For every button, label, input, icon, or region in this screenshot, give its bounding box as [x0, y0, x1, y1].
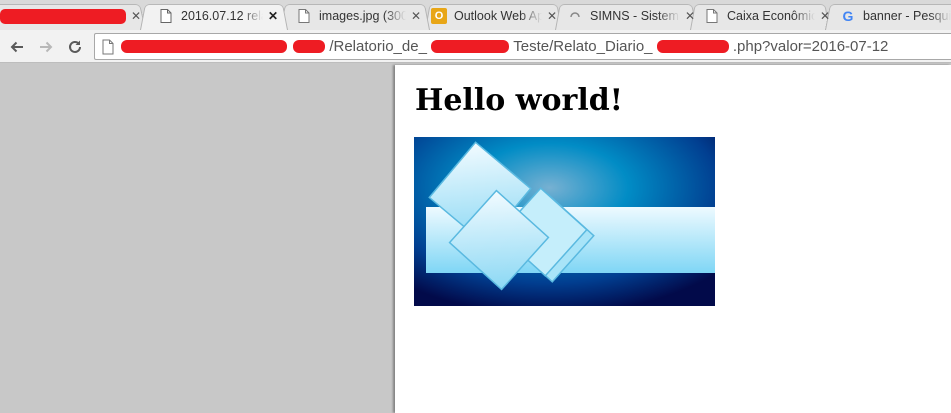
tab-2-active[interactable]: 2016.07.12 relatorio ✕ — [158, 2, 279, 30]
close-icon[interactable]: ✕ — [410, 10, 422, 22]
tab-title: 2016.07.12 relatorio — [181, 9, 263, 23]
redaction-mark — [656, 40, 729, 53]
tab-title: images.jpg (300×168) — [319, 9, 406, 23]
page-icon — [704, 8, 720, 24]
page-icon — [296, 8, 312, 24]
tab-title: banner - Pesquisa — [863, 9, 951, 23]
tab-4[interactable]: O Outlook Web App ✕ — [431, 2, 558, 30]
outlook-icon: O — [431, 8, 447, 24]
page-icon — [101, 39, 115, 60]
redaction-mark — [121, 40, 287, 53]
back-button[interactable] — [5, 35, 29, 59]
url-segment: .php?valor=2016-07-12 — [732, 38, 889, 55]
redaction-mark — [431, 40, 510, 53]
url-segment: Teste/Relato_Diario_ — [513, 38, 653, 55]
back-arrow-icon — [10, 41, 23, 53]
url-segment: /Relatorio_de_ — [329, 38, 427, 55]
close-icon[interactable]: ✕ — [130, 10, 142, 22]
page-heading: Hello world! — [415, 83, 623, 118]
reload-icon — [69, 40, 81, 53]
banner-image — [414, 137, 715, 306]
tab-title: SIMNS - Sistema — [590, 9, 680, 23]
address-bar[interactable]: /Relatorio_de_ Teste/Relato_Diario_ .php… — [94, 33, 951, 60]
forward-button[interactable] — [34, 35, 58, 59]
close-icon[interactable]: ✕ — [267, 10, 279, 22]
google-icon: G — [842, 8, 854, 24]
tab-7[interactable]: G banner - Pesquisa — [840, 2, 951, 30]
tab-5[interactable]: SIMNS - Sistema ✕ — [567, 2, 696, 30]
page-sheet: Hello world! — [395, 65, 951, 413]
tab-title: Caixa Econômica — [727, 9, 815, 23]
tab-strip: ✕ 2016.07.12 relatorio ✕ images.jpg (300… — [0, 0, 951, 30]
tab-title: Outlook Web App — [454, 9, 542, 23]
url-text: /Relatorio_de_ Teste/Relato_Diario_ .php… — [121, 34, 888, 59]
close-icon[interactable]: ✕ — [546, 10, 558, 22]
tab-6[interactable]: Caixa Econômica ✕ — [704, 2, 831, 30]
reload-button[interactable] — [63, 35, 87, 59]
forward-arrow-icon — [40, 41, 53, 53]
tab-3[interactable]: images.jpg (300×168) ✕ — [296, 2, 422, 30]
redaction-mark — [293, 40, 326, 53]
close-icon[interactable]: ✕ — [684, 10, 696, 22]
browser-toolbar: /Relatorio_de_ Teste/Relato_Diario_ .php… — [0, 30, 951, 63]
redaction-mark — [0, 8, 126, 24]
close-icon[interactable]: ✕ — [819, 10, 831, 22]
page-icon — [158, 8, 174, 24]
loading-icon — [567, 8, 583, 24]
tab-1[interactable]: ✕ — [0, 2, 142, 30]
viewport: Hello world! — [0, 63, 951, 413]
